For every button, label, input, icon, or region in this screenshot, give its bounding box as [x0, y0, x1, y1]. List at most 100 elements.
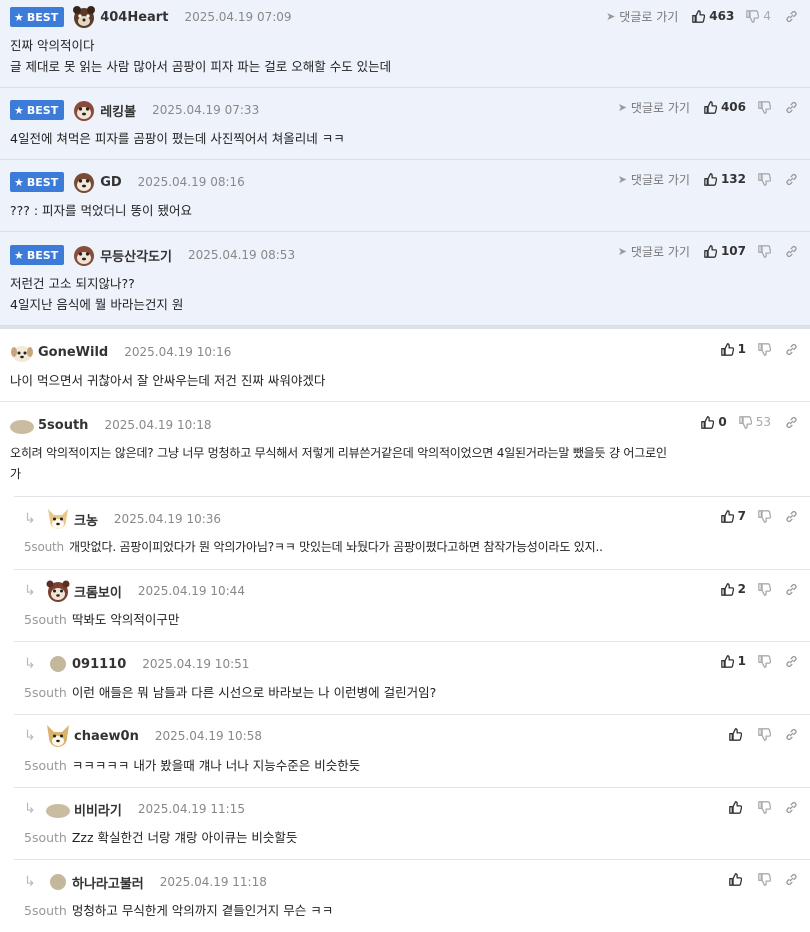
thumbs-down-icon [758, 727, 771, 741]
goto-comment-link[interactable]: ➤ 댓글로 가기 [618, 99, 690, 116]
star-icon: ★ [14, 103, 24, 117]
thumbs-up-icon [729, 800, 742, 814]
comment-date: 2025.04.19 10:36 [113, 512, 222, 526]
dislike-button[interactable] [758, 244, 771, 258]
dislike-button[interactable] [758, 100, 771, 114]
link-icon[interactable] [785, 173, 798, 186]
thumbs-down-icon [746, 9, 760, 23]
thumbs-down-icon [758, 509, 771, 523]
avatar[interactable] [46, 803, 70, 818]
thumbs-up-icon [729, 872, 742, 886]
like-button[interactable] [729, 800, 746, 814]
dislike-button[interactable] [758, 342, 771, 356]
mention-tag[interactable]: 5south [24, 903, 67, 918]
like-button[interactable]: 132 [704, 172, 746, 186]
best-comment: ★ BEST 404Heart 2025.04.19 07:09 ➤ 댓글로 가기 … [0, 0, 810, 88]
mention-tag[interactable]: 5south [24, 685, 67, 700]
link-icon[interactable] [785, 416, 798, 429]
comment-text: 5south ㅋㅋㅋㅋㅋ 내가 봤을때 걔나 너나 지능수준은 비슷한듯 [24, 758, 361, 773]
comment-date: 2025.04.19 08:53 [187, 248, 296, 262]
author-name[interactable]: 크롬보이 [74, 582, 122, 601]
author-name[interactable]: GD [100, 175, 121, 190]
avatar[interactable] [46, 724, 70, 748]
dislike-button[interactable] [758, 872, 771, 886]
avatar[interactable] [46, 507, 70, 531]
dislike-button[interactable] [758, 509, 771, 523]
avatar[interactable] [72, 98, 96, 122]
comment-date: 2025.04.19 10:58 [154, 729, 262, 743]
like-button[interactable]: 406 [704, 100, 746, 114]
mention-tag[interactable]: 5south [24, 612, 67, 627]
like-button[interactable]: 7 [720, 509, 746, 523]
link-icon[interactable] [785, 873, 798, 886]
goto-comment-link[interactable]: ➤ 댓글로 가기 [618, 243, 690, 260]
author-name[interactable]: 크농 [74, 510, 98, 529]
mention-tag[interactable]: 5south [24, 758, 67, 773]
reply-comment: ↳ 091110 2025.04.19 10:51 1 5south 이런 애들은… [14, 642, 810, 715]
link-icon[interactable] [785, 728, 798, 741]
comment-actions [729, 724, 798, 744]
mention-tag[interactable]: 5south [24, 830, 67, 845]
avatar[interactable] [10, 420, 34, 434]
dislike-button[interactable] [758, 727, 771, 741]
link-icon[interactable] [785, 583, 798, 596]
link-icon[interactable] [785, 10, 798, 23]
comment-meta: 5south 2025.04.19 10:18 [10, 414, 212, 436]
author-name[interactable]: 404Heart [100, 10, 168, 25]
comment-text: 5south Zzz 확실한건 너랑 걔랑 아이큐는 비슷할듯 [24, 830, 298, 845]
avatar[interactable] [46, 579, 70, 603]
reply-comment: ↳ chaew0n 2025.04.19 10:58 5south ㅋㅋㅋㅋㅋ 내… [14, 715, 810, 788]
author-name[interactable]: 무등산각도기 [100, 246, 172, 265]
like-button[interactable] [729, 727, 746, 741]
like-button[interactable]: 1 [720, 342, 746, 356]
dislike-button[interactable] [758, 654, 771, 668]
author-name[interactable]: 5south [38, 418, 88, 433]
like-button[interactable] [729, 872, 746, 886]
author-name[interactable]: GoneWild [38, 345, 108, 360]
send-icon: ➤ [617, 100, 627, 114]
author-name[interactable]: 비비라기 [74, 800, 122, 819]
dislike-button[interactable] [758, 172, 771, 186]
comment-actions: ➤ 댓글로 가기 132 [618, 169, 798, 189]
like-button[interactable]: 107 [704, 244, 746, 258]
mention-tag[interactable]: 5south [24, 540, 64, 554]
best-comment: ★ BEST 무등산각도기 2025.04.19 08:53 ➤ 댓글로 가기 10… [0, 232, 810, 326]
comment-actions: 1 [720, 651, 798, 671]
like-button[interactable]: 463 [692, 9, 734, 23]
reply-arrow-icon: ↳ [24, 656, 36, 672]
link-icon[interactable] [785, 510, 798, 523]
comment-actions: ➤ 댓글로 가기 406 [618, 97, 798, 117]
dislike-button[interactable]: 53 [738, 415, 771, 429]
author-name[interactable]: 091110 [72, 657, 126, 672]
like-button[interactable]: 0 [701, 415, 727, 429]
comment-text: 5south 이런 애들은 뭐 남들과 다른 시선으로 바라보는 나 이런병에 걸… [24, 685, 437, 700]
avatar[interactable] [72, 170, 96, 194]
link-icon[interactable] [785, 245, 798, 258]
dislike-button[interactable] [758, 582, 771, 596]
reply-arrow-icon: ↳ [24, 728, 36, 744]
thumbs-down-icon [758, 244, 771, 258]
like-button[interactable]: 1 [720, 654, 746, 668]
link-icon[interactable] [785, 101, 798, 114]
avatar[interactable] [72, 5, 96, 29]
link-icon[interactable] [785, 801, 798, 814]
avatar[interactable] [50, 656, 66, 672]
dislike-button[interactable] [758, 800, 771, 814]
author-name[interactable]: chaew0n [74, 729, 139, 744]
send-icon: ➤ [617, 172, 627, 186]
goto-comment-link[interactable]: ➤ 댓글로 가기 [606, 8, 678, 25]
goto-comment-link[interactable]: ➤ 댓글로 가기 [618, 171, 690, 188]
thumbs-up-icon [701, 415, 715, 429]
best-badge: ★ BEST [10, 7, 65, 27]
best-badge: ★ BEST [10, 172, 65, 192]
avatar[interactable] [10, 340, 34, 364]
link-icon[interactable] [785, 655, 798, 668]
dislike-button[interactable]: 4 [746, 9, 771, 23]
avatar[interactable] [50, 874, 66, 890]
avatar[interactable] [72, 243, 96, 267]
like-button[interactable]: 2 [720, 582, 746, 596]
thumbs-down-icon [738, 415, 752, 429]
author-name[interactable]: 레킹볼 [100, 101, 136, 120]
link-icon[interactable] [785, 343, 798, 356]
author-name[interactable]: 하나라고불러 [72, 873, 144, 892]
